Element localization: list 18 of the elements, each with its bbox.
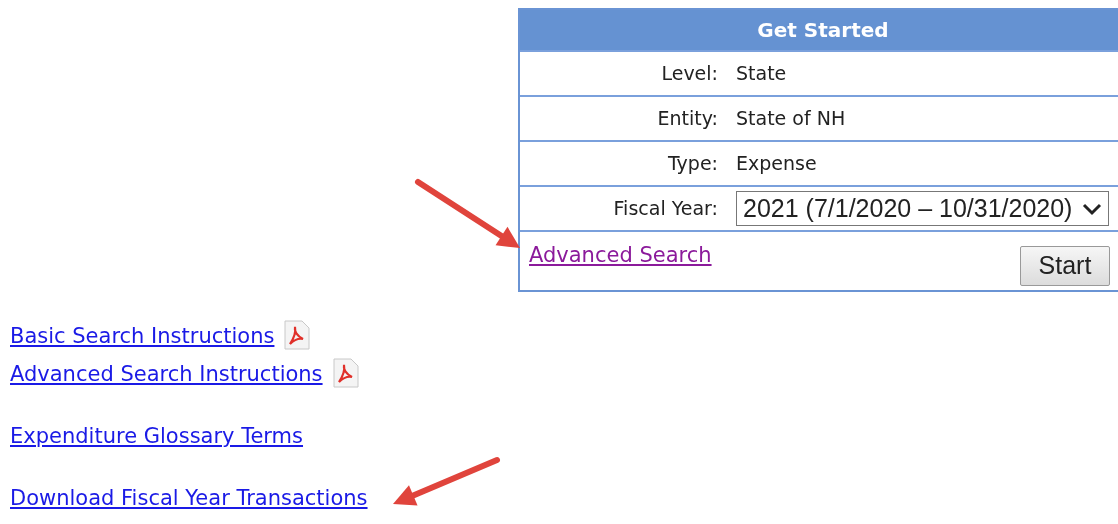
chevron-down-icon <box>1082 201 1103 216</box>
start-button[interactable]: Start <box>1019 246 1111 286</box>
field-value: State of NH <box>736 106 846 132</box>
field-label: Level: <box>660 61 718 87</box>
pdf-icon <box>282 320 313 350</box>
field-value: State <box>736 61 787 87</box>
field-label: Entity: <box>656 106 718 132</box>
instruction-link[interactable]: Expenditure Glossary Terms <box>10 422 303 450</box>
panel-title: Get Started <box>520 10 1118 50</box>
advanced-search-link[interactable]: Advanced Search <box>529 240 712 272</box>
field-label: Type: <box>666 151 718 177</box>
field-label: Fiscal Year: <box>612 196 718 222</box>
fiscal-year-select[interactable]: 2021 (7/1/2020 – 10/31/2020) <box>736 191 1110 226</box>
field-value: Expense <box>736 151 817 177</box>
pdf-icon <box>330 358 361 388</box>
instruction-link[interactable]: Download Fiscal Year Transactions <box>10 484 368 512</box>
instruction-link[interactable]: Advanced Search Instructions <box>10 360 323 388</box>
instruction-link[interactable]: Basic Search Instructions <box>10 322 275 350</box>
